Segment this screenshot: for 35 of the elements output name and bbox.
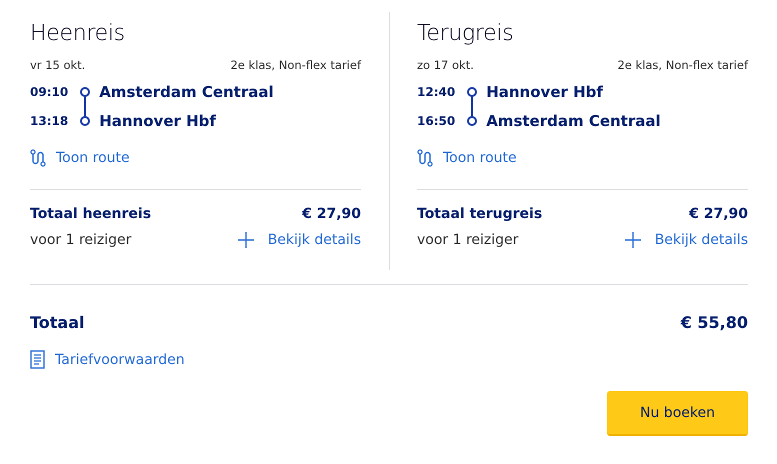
route-line-icon [466, 86, 478, 127]
plus-icon [238, 232, 254, 248]
total-price: € 27,90 [302, 206, 361, 222]
grand-total-label: Totaal [30, 313, 85, 332]
traveller-count: voor 1 reiziger [417, 232, 518, 248]
details-link[interactable]: Bekijk details [624, 232, 748, 248]
details-link[interactable]: Bekijk details [238, 232, 361, 248]
departure-time: 13:18 [30, 113, 68, 130]
traveller-count: voor 1 reiziger [30, 232, 132, 248]
document-icon [30, 350, 45, 369]
station-name: Hannover Hbf [486, 82, 604, 102]
station-name: Amsterdam Centraal [99, 82, 274, 102]
fare-class: 2e klas, Non-flex tarief [230, 58, 361, 72]
total-label: Totaal heenreis [30, 206, 152, 222]
book-button[interactable]: Nu boeken [607, 391, 748, 436]
station-name: Hannover Hbf [99, 111, 217, 131]
departure-time: 12:40 [417, 84, 456, 101]
travel-date: vr 15 okt. [30, 58, 86, 72]
route-link[interactable]: Toon route [417, 149, 517, 167]
section-title: Terugreis [417, 20, 514, 48]
route-line-icon [79, 86, 92, 127]
total-price: € 27,90 [689, 206, 748, 222]
travel-date: zo 17 okt. [417, 58, 474, 72]
station-name: Amsterdam Centraal [486, 111, 661, 131]
conditions-link[interactable]: Tariefvoorwaarden [30, 350, 185, 369]
section-title: Heenreis [30, 20, 126, 48]
departure-time: 16:50 [417, 113, 456, 130]
route-link[interactable]: Toon route [30, 149, 130, 167]
fare-class: 2e klas, Non-flex tarief [617, 58, 748, 72]
total-label: Totaal terugreis [417, 206, 542, 222]
grand-total-price: € 55,80 [680, 313, 748, 332]
departure-time: 09:10 [30, 84, 68, 101]
plus-icon [624, 232, 641, 248]
route-icon [417, 149, 433, 167]
route-icon [30, 149, 46, 167]
